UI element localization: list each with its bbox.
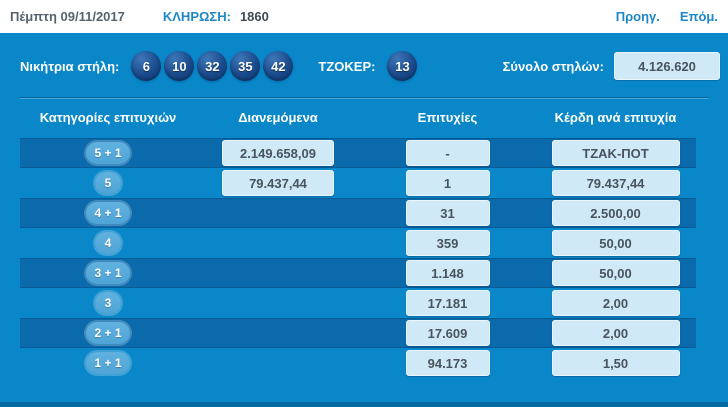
prize-table-header: Κατηγορίες επιτυχιών Διανεμόμενα Επιτυχί…	[20, 99, 696, 138]
prize-value: 2,00	[551, 320, 680, 346]
hits-value: 17.181	[405, 290, 490, 316]
category-badge: 3	[95, 292, 121, 314]
winning-column-label: Νικήτρια στήλη:	[20, 58, 120, 74]
winning-numbers-row: Νικήτρια στήλη: 6 10 32 35 42 ΤΖΟΚΕΡ: 13…	[0, 33, 728, 81]
winning-number-ball: 10	[164, 51, 195, 81]
column-header-categories: Κατηγορίες επιτυχιών	[39, 110, 177, 125]
prize-row-3plus1: 3 + 1 1.148 50,00	[20, 258, 696, 288]
prize-value: 2,00	[551, 290, 680, 316]
hits-value: 1	[405, 170, 490, 196]
prize-row-4plus1: 4 + 1 31 2.500,00	[20, 198, 696, 228]
prize-table: Κατηγορίες επιτυχιών Διανεμόμενα Επιτυχί…	[20, 99, 696, 378]
winning-numbers: 6 10 32 35 42	[131, 51, 296, 81]
category-badge: 5 + 1	[86, 142, 130, 164]
category-badge: 1 + 1	[86, 352, 130, 374]
prize-value: 2.500,00	[551, 200, 680, 226]
prize-row-4: 4 359 50,00	[20, 228, 696, 258]
prize-value: 50,00	[551, 230, 680, 256]
prize-value: ΤΖΑΚ-ΠΟΤ	[551, 140, 680, 166]
winning-number-ball: 32	[197, 51, 228, 81]
hits-value: 17.609	[405, 320, 490, 346]
column-header-distributed: Διανεμόμενα	[238, 110, 318, 125]
results-panel: Νικήτρια στήλη: 6 10 32 35 42 ΤΖΟΚΕΡ: 13…	[0, 33, 728, 407]
previous-draw-link[interactable]: Προηγ.	[616, 9, 660, 24]
total-columns-value: 4.126.620	[614, 52, 720, 80]
prize-value: 50,00	[551, 260, 680, 286]
prize-row-5plus1: 5 + 1 2.149.658,09 - ΤΖΑΚ-ΠΟΤ	[20, 138, 696, 168]
prize-row-2plus1: 2 + 1 17.609 2,00	[20, 318, 696, 348]
draw-header-bar: Πέμπτη 09/11/2017 ΚΛΗΡΩΣΗ: 1860 Προηγ. Ε…	[0, 0, 728, 33]
draw-number-value: 1860	[239, 9, 269, 24]
column-header-prize: Κέρδη ανά επιτυχία	[554, 110, 677, 125]
hits-value: 94.173	[405, 350, 490, 376]
joker-number-ball: 13	[387, 51, 418, 81]
winning-number-ball: 42	[263, 51, 294, 81]
draw-date: Πέμπτη 09/11/2017	[10, 9, 125, 24]
hits-value: 31	[405, 200, 490, 226]
winning-number-ball: 35	[230, 51, 261, 81]
category-badge: 2 + 1	[86, 322, 130, 344]
prize-row-3: 3 17.181 2,00	[20, 288, 696, 318]
category-badge: 4 + 1	[86, 202, 130, 224]
next-draw-link[interactable]: Επόμ.	[680, 9, 718, 24]
prize-row-1plus1: 1 + 1 94.173 1,50	[20, 348, 696, 378]
prize-value: 1,50	[551, 350, 680, 376]
joker-label: ΤΖΟΚΕΡ:	[318, 58, 376, 74]
prize-value: 79.437,44	[551, 170, 680, 196]
prize-row-5: 5 79.437,44 1 79.437,44	[20, 168, 696, 198]
column-header-hits: Επιτυχίες	[417, 110, 478, 125]
distributed-value: 2.149.658,09	[222, 140, 334, 166]
category-badge: 4	[95, 232, 121, 254]
total-columns-label: Σύνολο στηλών:	[502, 58, 604, 74]
winning-number-ball: 6	[131, 51, 162, 81]
hits-value: 359	[405, 230, 490, 256]
category-badge: 3 + 1	[86, 262, 130, 284]
category-badge: 5	[95, 172, 121, 194]
distributed-value: 79.437,44	[222, 170, 334, 196]
hits-value: 1.148	[405, 260, 490, 286]
draw-number-label: ΚΛΗΡΩΣΗ:	[162, 9, 231, 24]
hits-value: -	[405, 140, 490, 166]
